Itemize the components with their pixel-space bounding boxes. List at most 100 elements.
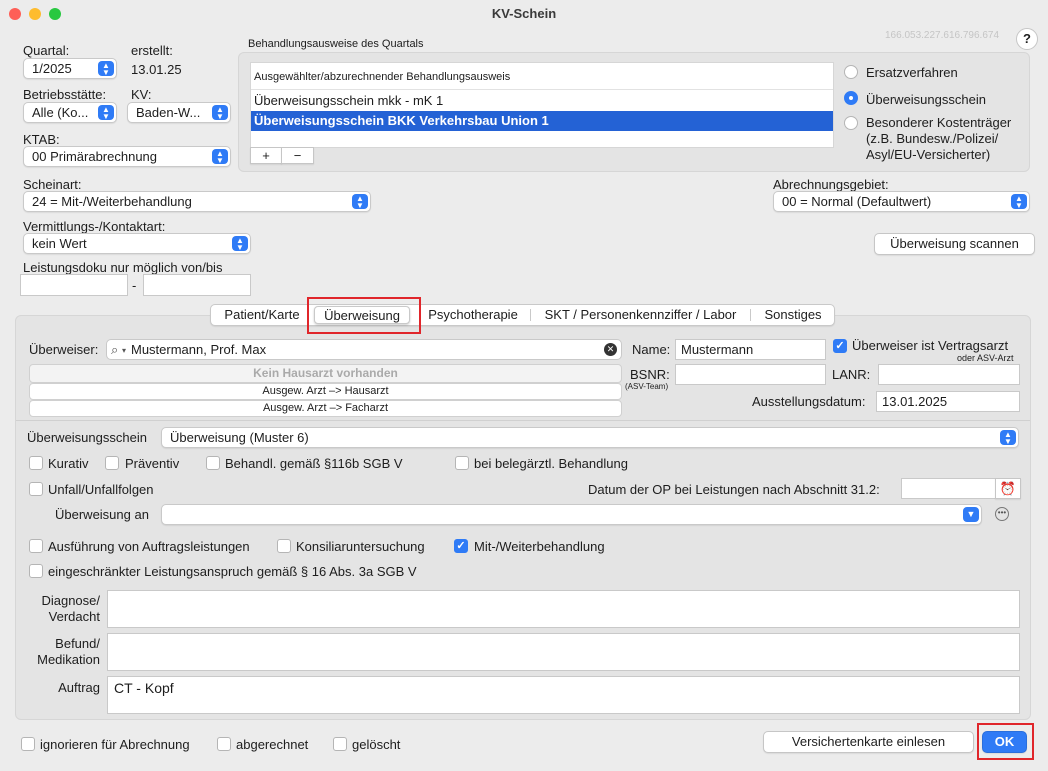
ausfuehrung-checkbox[interactable] [29, 539, 43, 553]
tab-patient-karte[interactable]: Patient/Karte [213, 305, 311, 325]
search-icon: ⌕ [111, 342, 119, 357]
add-button[interactable]: + [250, 147, 282, 164]
diagnose-label-line1: Diagnose/ [41, 593, 100, 608]
tab-skt-personenkennziffer-labor[interactable]: SKT / Personenkennziffer / Labor [533, 305, 748, 325]
ktab-label: KTAB: [23, 132, 60, 147]
ueberweiser-value: Mustermann, Prof. Max [131, 342, 267, 357]
tab-sonstiges[interactable]: Sonstiges [754, 305, 832, 325]
unfall-checkbox[interactable] [29, 482, 43, 496]
bsnr-input[interactable] [675, 364, 826, 385]
stepper-arrows-icon: ▲ ▼ [212, 149, 228, 165]
abgerechnet-checkbox[interactable] [217, 737, 231, 751]
quartal-select[interactable]: 1/2025 ▲ ▼ [23, 58, 117, 79]
stepper-arrows-icon: ▲ ▼ [98, 61, 114, 77]
praeventiv-label: Präventiv [125, 456, 180, 471]
ueberweiser-search-input[interactable]: ⌕ ▾ Mustermann, Prof. Max ✕ [106, 339, 622, 360]
ueberweisungsschein-select[interactable]: Überweisung (Muster 6) ▲ ▼ [161, 427, 1019, 448]
ueberweisung-an-select[interactable]: ▼ [161, 504, 982, 525]
konsiliar-checkbox[interactable] [277, 539, 291, 553]
ausstellungsdatum-value: 13.01.2025 [882, 394, 948, 409]
alarm-clock-icon[interactable]: ⏰ [995, 478, 1021, 499]
divider [16, 420, 1030, 421]
op-date-label: Datum der OP bei Leistungen nach Abschni… [588, 482, 880, 497]
radio-besonderer-kostentraeger[interactable] [844, 116, 858, 130]
auftrag-textarea[interactable]: CT - Kopf [107, 676, 1020, 714]
vertragsarzt-label: Überweiser ist Vertragsarzt [852, 338, 1009, 353]
behandlungsausweise-list[interactable]: Ausgewählter/abzurechnender Behandlungsa… [250, 62, 834, 148]
versichertenkarte-button[interactable]: Versichertenkarte einlesen [763, 731, 974, 753]
radio-ueberweisungsschein-label: Überweisungsschein [866, 92, 986, 107]
vermittlung-select[interactable]: kein Wert ▲ ▼ [23, 233, 251, 254]
behandl-checkbox[interactable] [206, 456, 220, 470]
befund-textarea[interactable] [107, 633, 1020, 671]
clear-icon[interactable]: ✕ [604, 343, 617, 356]
ueberweiser-label: Überweiser: [29, 342, 99, 357]
leistungsdoku-bis-input[interactable] [143, 274, 251, 296]
konsiliar-label: Konsiliaruntersuchung [296, 539, 425, 554]
ueberweisung-an-label: Überweisung an [55, 507, 149, 522]
diagnose-label: Diagnose/ Verdacht [35, 593, 100, 625]
stepper-arrows-icon: ▲ ▼ [232, 236, 248, 252]
stepper-arrows-icon: ▲ ▼ [98, 105, 114, 121]
befund-label: Befund/ Medikation [35, 636, 100, 668]
auftrag-label: Auftrag [58, 680, 100, 695]
ktab-value: 00 Primärabrechnung [32, 149, 158, 164]
geloescht-checkbox[interactable] [333, 737, 347, 751]
vertragsarzt-checkbox[interactable]: ✓ [833, 339, 847, 353]
scheinart-label: Scheinart: [23, 177, 82, 192]
beleg-checkbox[interactable] [455, 456, 469, 470]
ignorieren-checkbox[interactable] [21, 737, 35, 751]
hausarzt-button[interactable]: Ausgew. Arzt –> Hausarzt [29, 383, 622, 400]
ktab-select[interactable]: 00 Primärabrechnung ▲ ▼ [23, 146, 231, 167]
highlight-box-ok-button [977, 723, 1034, 760]
kv-select[interactable]: Baden-W... ▲ ▼ [127, 102, 231, 123]
abrechnungsgebiet-select[interactable]: 00 = Normal (Defaultwert) ▲ ▼ [773, 191, 1030, 212]
id-number: 166.053.227.616.796.674 [885, 30, 999, 41]
list-header: Ausgewählter/abzurechnender Behandlungsa… [251, 67, 833, 90]
kv-label: KV: [131, 87, 152, 102]
highlight-box-ueberweisung-tab [307, 297, 421, 334]
leistungsdoku-von-input[interactable] [20, 274, 128, 296]
facharzt-button[interactable]: Ausgew. Arzt –> Facharzt [29, 400, 622, 417]
eingeschraenkt-checkbox[interactable] [29, 564, 43, 578]
lanr-input[interactable] [878, 364, 1020, 385]
remove-button[interactable]: − [281, 147, 314, 164]
tab-psychotherapie[interactable]: Psychotherapie [421, 305, 525, 325]
kurativ-checkbox[interactable] [29, 456, 43, 470]
praeventiv-checkbox[interactable] [105, 456, 119, 470]
help-button[interactable]: ? [1016, 28, 1038, 50]
radio-ersatzverfahren-label: Ersatzverfahren [866, 65, 958, 80]
ueberweisungsschein-label: Überweisungsschein [27, 430, 147, 445]
more-options-icon[interactable]: ••• [995, 507, 1009, 521]
diagnose-label-line2: Verdacht [48, 609, 100, 624]
beleg-label: bei belegärztl. Behandlung [474, 456, 628, 471]
chevron-down-icon: ▼ [963, 507, 979, 522]
tab-bar: Patient/Karte Überweisung Psychotherapie… [210, 304, 835, 326]
title-bar: KV-Schein [0, 0, 1048, 28]
mitweiter-checkbox[interactable]: ✓ [454, 539, 468, 553]
name-label: Name: [632, 342, 671, 357]
ausstellungsdatum-label: Ausstellungsdatum: [752, 394, 866, 409]
list-item[interactable]: Überweisungsschein mkk - mK 1 [251, 91, 833, 111]
kein-hausarzt-button: Kein Hausarzt vorhanden [29, 364, 622, 383]
betriebsstaette-select[interactable]: Alle (Ko... ▲ ▼ [23, 102, 117, 123]
name-input[interactable]: Mustermann [675, 339, 826, 360]
radio-besonderer-kostentraeger-label: Besonderer Kostenträger (z.B. Bundesw./P… [866, 115, 1012, 162]
list-item-selected[interactable]: Überweisungsschein BKK Verkehrsbau Union… [251, 111, 833, 131]
stepper-arrows-icon: ▲ ▼ [352, 194, 368, 210]
diagnose-textarea[interactable] [107, 590, 1020, 628]
befund-label-line2: Medikation [37, 652, 100, 667]
op-date-input[interactable] [901, 478, 996, 499]
stepper-arrows-icon: ▲ ▼ [212, 105, 228, 121]
leistungsdoku-dash: - [132, 278, 137, 293]
name-value: Mustermann [681, 342, 754, 357]
radio-ersatzverfahren[interactable] [844, 65, 858, 79]
erstellt-value: 13.01.25 [131, 62, 182, 77]
kv-value: Baden-W... [136, 105, 201, 120]
ueberweisung-scannen-button[interactable]: Überweisung scannen [874, 233, 1035, 255]
ausstellungsdatum-input[interactable]: 13.01.2025 [876, 391, 1020, 412]
auftrag-value: CT - Kopf [114, 680, 174, 696]
scheinart-select[interactable]: 24 = Mit-/Weiterbehandlung ▲ ▼ [23, 191, 371, 212]
ueberweisungsschein-value: Überweisung (Muster 6) [170, 430, 309, 445]
radio-ueberweisungsschein[interactable] [844, 91, 858, 105]
